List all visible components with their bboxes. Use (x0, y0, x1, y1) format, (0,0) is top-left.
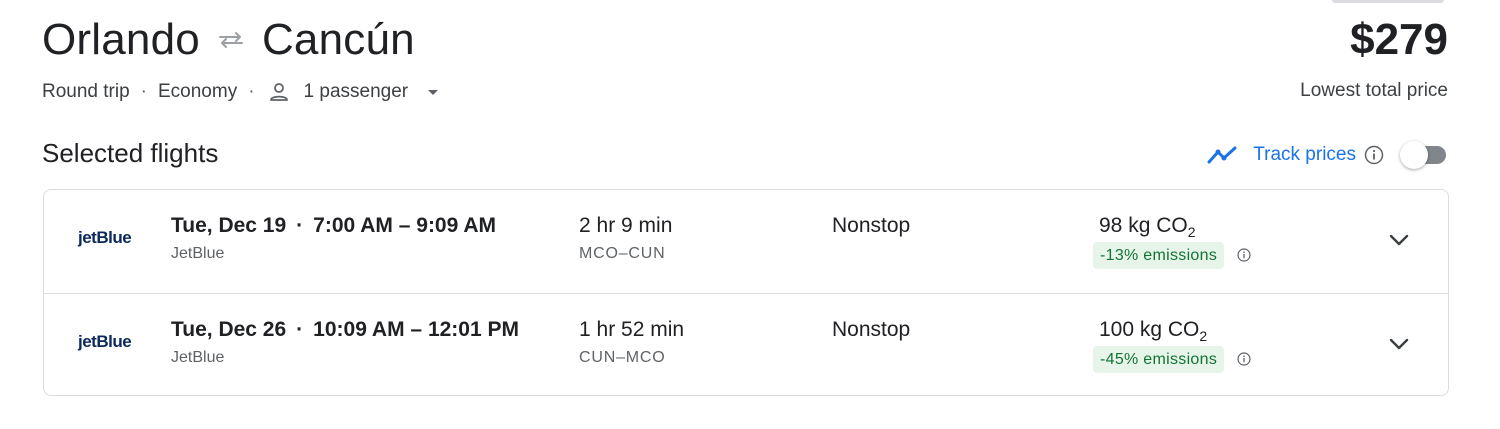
airline-name: JetBlue (171, 349, 225, 366)
emissions-badge: -45% emissions (1093, 346, 1225, 373)
destination-city: Cancún (261, 15, 415, 64)
track-prices[interactable]: Track prices (1207, 138, 1448, 172)
flight-row[interactable]: jetBlue Tue, Dec 19 · 7:00 AM – 9:09 AM Je… (44, 190, 1448, 293)
track-prices-toggle[interactable] (1400, 141, 1448, 169)
airline-logo: jetBlue (78, 228, 132, 247)
co2-subscript: 2 (1187, 224, 1196, 240)
track-prices-label[interactable]: Track prices (1253, 144, 1356, 166)
info-icon[interactable] (1237, 352, 1251, 366)
total-price: $279 (1350, 15, 1448, 64)
top-tab-indicator (1332, 0, 1444, 3)
trip-title: Orlando Cancún (42, 12, 415, 68)
passenger-count[interactable]: 1 passenger (304, 81, 409, 103)
separator-dot: · (296, 318, 304, 341)
flight-date: Tue, Dec 26 (171, 318, 287, 341)
chevron-down-icon[interactable] (1387, 228, 1411, 252)
flight-time-range: 7:00 AM – 9:09 AM (313, 214, 497, 237)
co2-amount: 98 kg CO2 (1099, 214, 1196, 240)
cabin-class: Economy (158, 81, 238, 102)
flight-route: MCO–CUN (579, 245, 666, 262)
info-icon[interactable] (1237, 248, 1251, 262)
flight-time-range: 10:09 AM – 12:01 PM (313, 318, 519, 341)
airline-name: JetBlue (171, 245, 225, 262)
flight-duration: 2 hr 9 min (579, 214, 673, 237)
co2-amount: 100 kg CO2 (1099, 318, 1207, 344)
emissions-badge: -13% emissions (1093, 242, 1225, 269)
toggle-knob (1400, 141, 1428, 169)
swap-arrows-icon (216, 24, 248, 56)
flight-row[interactable]: jetBlue Tue, Dec 26 · 10:09 AM – 12:01 PM … (44, 293, 1448, 395)
trip-meta: Round trip · Economy · 1 passenger (42, 78, 440, 106)
separator-dot: · (296, 214, 304, 237)
flight-times: Tue, Dec 19 · 7:00 AM – 9:09 AM (171, 214, 496, 238)
flight-duration: 1 hr 52 min (579, 318, 685, 341)
origin-city: Orlando (42, 15, 200, 64)
flight-stops: Nonstop (832, 318, 911, 341)
person-icon (268, 81, 290, 103)
co2-value: 100 kg CO (1099, 318, 1200, 341)
co2-subscript: 2 (1199, 328, 1208, 344)
separator-dot: · (140, 81, 147, 102)
flight-stops: Nonstop (832, 214, 911, 237)
trend-line-icon (1207, 144, 1239, 166)
selected-flights-list: jetBlue Tue, Dec 19 · 7:00 AM – 9:09 AM Je… (43, 189, 1449, 396)
info-icon[interactable] (1364, 145, 1384, 165)
airline-logo: jetBlue (78, 332, 132, 351)
price-label: Lowest total price (1300, 80, 1448, 101)
chevron-down-icon[interactable] (1387, 332, 1411, 356)
co2-value: 98 kg CO (1099, 214, 1188, 237)
flight-date: Tue, Dec 19 (171, 214, 287, 237)
flight-route: CUN–MCO (579, 349, 666, 366)
separator-dot: · (248, 81, 255, 102)
trip-type: Round trip (42, 81, 130, 102)
flight-times: Tue, Dec 26 · 10:09 AM – 12:01 PM (171, 318, 519, 342)
caret-down-icon[interactable] (426, 85, 440, 99)
section-title: Selected flights (42, 138, 219, 168)
